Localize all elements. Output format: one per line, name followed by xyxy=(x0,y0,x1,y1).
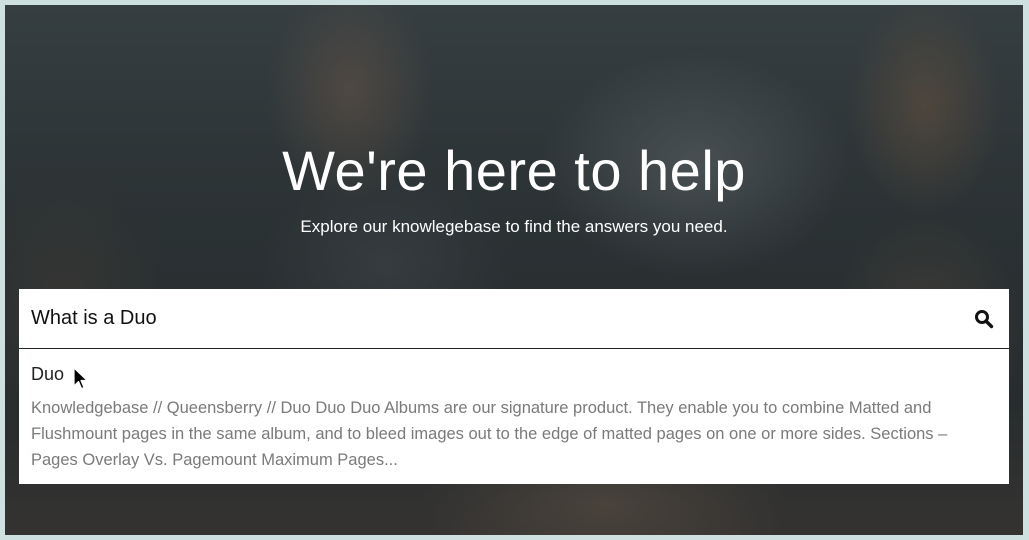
result-title-link[interactable]: Duo xyxy=(31,363,64,385)
search-result-item[interactable]: Duo Knowledgebase // Queensberry // Duo … xyxy=(31,363,997,473)
search-icon xyxy=(975,310,994,329)
search-results-dropdown: Duo Knowledgebase // Queensberry // Duo … xyxy=(19,349,1009,484)
search-button[interactable] xyxy=(969,304,999,334)
result-snippet: Knowledgebase // Queensberry // Duo Duo … xyxy=(31,399,948,469)
hero-section: We're here to help Explore our knowlegeb… xyxy=(5,5,1023,535)
search-input[interactable] xyxy=(19,289,959,348)
search-bar xyxy=(19,289,1009,349)
page-subtitle: Explore our knowlegebase to find the ans… xyxy=(300,217,728,236)
mouse-cursor-icon xyxy=(73,367,88,390)
page-title: We're here to help xyxy=(282,139,746,202)
